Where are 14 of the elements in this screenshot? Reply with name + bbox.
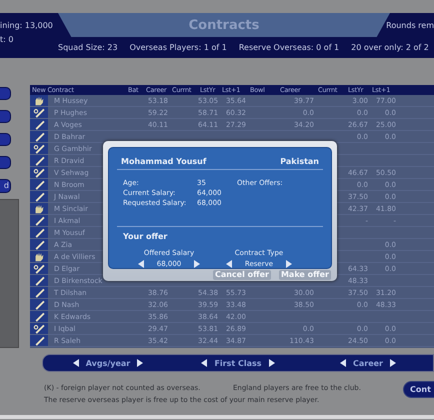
squad-stat: Reserve Overseas: 0 of 1 — [238, 43, 340, 52]
budget-text: t: 0 — [0, 35, 14, 44]
offer-heading: Your offer — [123, 232, 168, 241]
view-label: Career — [352, 358, 383, 368]
player-name: Mohammad Yousuf — [121, 157, 206, 166]
view-label: Avgs/year — [86, 358, 130, 368]
view-label: First Class — [214, 358, 262, 368]
squad-stat: 20 over only: 2 of 2 — [351, 43, 429, 52]
squad-stat: Overseas Players: 1 of 1 — [130, 43, 227, 52]
screen-title: Contracts — [188, 18, 260, 32]
rounds-text: Rounds rem — [386, 21, 434, 30]
budget-text: ining: 13,000 — [0, 21, 53, 30]
player-country: Pakistan — [280, 157, 319, 166]
squad-stat: Squad Size: 23 — [58, 43, 118, 52]
